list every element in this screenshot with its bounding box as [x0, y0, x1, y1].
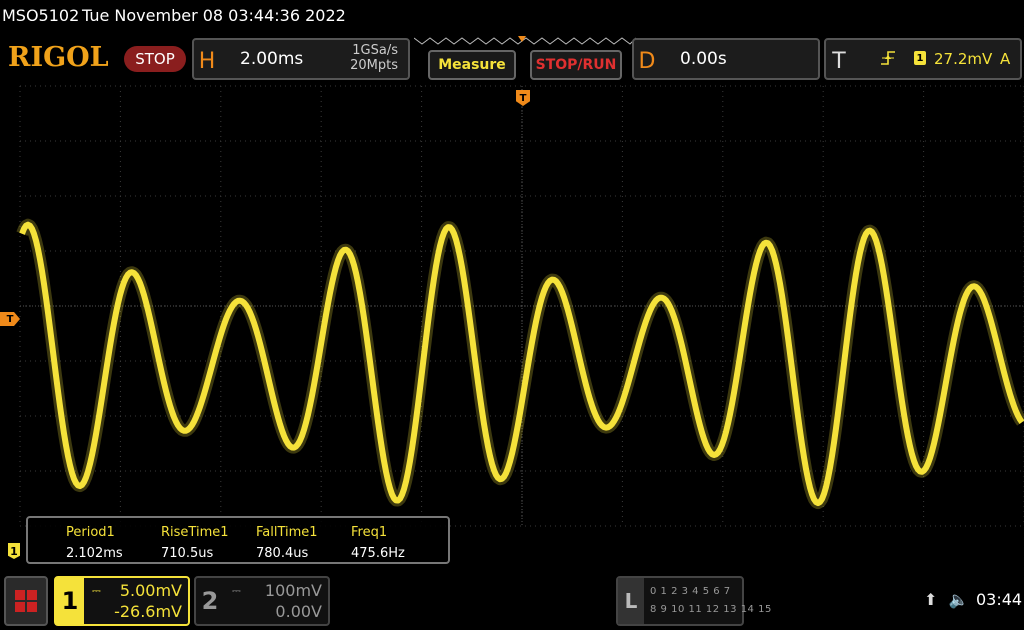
dc-coupling-icon: ⎓	[232, 584, 241, 597]
measurement-panel[interactable]: Period1 2.102ms RiseTime1 710.5us FallTi…	[26, 516, 450, 564]
measurement-label: Period1	[66, 525, 115, 540]
delay-letter: D	[638, 48, 656, 74]
measurement-value: 780.4us	[256, 546, 309, 561]
channel2-panel[interactable]: 2 ⎓ 100mV 0.00V	[194, 576, 330, 626]
title-bar: MSO5102 Tue November 08 03:44:36 2022	[0, 0, 1024, 32]
measurement-item: Freq1 475.6Hz	[351, 522, 405, 564]
la-channels-row1: 0 1 2 3 4 5 6 7	[650, 586, 731, 597]
stop-run-button[interactable]: STOP/RUN	[530, 50, 622, 80]
speaker-muted-icon[interactable]: 🔈	[949, 590, 969, 609]
trigger-level: 27.2mV	[934, 50, 993, 68]
measurement-item: FallTime1 780.4us	[256, 522, 318, 564]
dc-coupling-icon: ⎓	[92, 584, 101, 597]
main-menu-button[interactable]	[4, 576, 48, 626]
measurement-label: FallTime1	[256, 525, 318, 540]
trigger-level-label: T	[6, 313, 14, 325]
trigger-letter: T	[832, 48, 846, 74]
measurement-label: Freq1	[351, 525, 388, 540]
clock: 03:44	[976, 590, 1023, 609]
measure-button[interactable]: Measure	[428, 50, 516, 80]
model-name: MSO5102	[2, 6, 80, 25]
trigger-panel[interactable]: T 1 27.2mV A	[824, 38, 1022, 80]
trigger-source-badge: 1	[914, 51, 926, 65]
memory-depth: 20Mpts	[350, 58, 398, 73]
measurement-item: Period1 2.102ms	[66, 522, 123, 564]
measurement-value: 710.5us	[161, 546, 214, 561]
trigger-position-label: T	[519, 92, 527, 104]
waveform-display[interactable]: T T	[0, 84, 1024, 572]
usb-icon[interactable]: ⬆	[924, 590, 937, 609]
measurement-value: 475.6Hz	[351, 546, 405, 561]
memory-position-strip	[414, 36, 636, 45]
logic-analyzer-letter: L	[618, 578, 644, 624]
rigol-logo: RIGOL	[8, 42, 109, 73]
toolbar: RIGOL STOP H 2.00ms 1GSa/s 20Mpts Measur…	[0, 36, 1024, 82]
status-icons: ⬆ 🔈	[924, 590, 968, 609]
measurement-item: RiseTime1 710.5us	[161, 522, 229, 564]
channel1-panel[interactable]: 1 ⎓ 5.00mV -26.6mV	[54, 576, 190, 626]
horizontal-letter: H	[198, 48, 216, 74]
bottom-bar: 1 ⎓ 5.00mV -26.6mV 2 ⎓ 100mV 0.00V L 0 1…	[0, 574, 1024, 630]
horizontal-panel[interactable]: H 2.00ms 1GSa/s 20Mpts	[192, 38, 410, 80]
rising-edge-icon	[881, 51, 895, 65]
channel2-number: 2	[201, 587, 219, 615]
delay-value: 0.00s	[680, 49, 727, 69]
run-state-badge[interactable]: STOP	[124, 46, 186, 72]
channel1-number: 1	[56, 578, 84, 624]
la-channels-row2: 8 9 10 11 12 13 14 15	[650, 604, 772, 615]
timebase-value: 2.00ms	[240, 49, 304, 69]
channel2-scale: 100mV	[264, 581, 322, 600]
graticule-and-trace	[16, 85, 1024, 527]
menu-grid-icon	[15, 590, 37, 612]
delay-panel[interactable]: D 0.00s	[632, 38, 820, 80]
channel1-offset: -26.6mV	[114, 602, 182, 621]
datetime: Tue November 08 03:44:36 2022	[82, 6, 346, 25]
measurement-label: RiseTime1	[161, 525, 229, 540]
sample-info: 1GSa/s 20Mpts	[350, 43, 398, 73]
measurement-value: 2.102ms	[66, 546, 123, 561]
ch1-ground-marker[interactable]: 1	[8, 543, 20, 559]
trigger-mode: A	[1000, 50, 1011, 68]
channel1-scale: 5.00mV	[119, 581, 182, 600]
logic-analyzer-panel[interactable]: L 0 1 2 3 4 5 6 7 8 9 10 11 12 13 14 15	[616, 576, 771, 626]
channel2-offset: 0.00V	[275, 602, 322, 621]
sample-rate: 1GSa/s	[352, 43, 398, 58]
